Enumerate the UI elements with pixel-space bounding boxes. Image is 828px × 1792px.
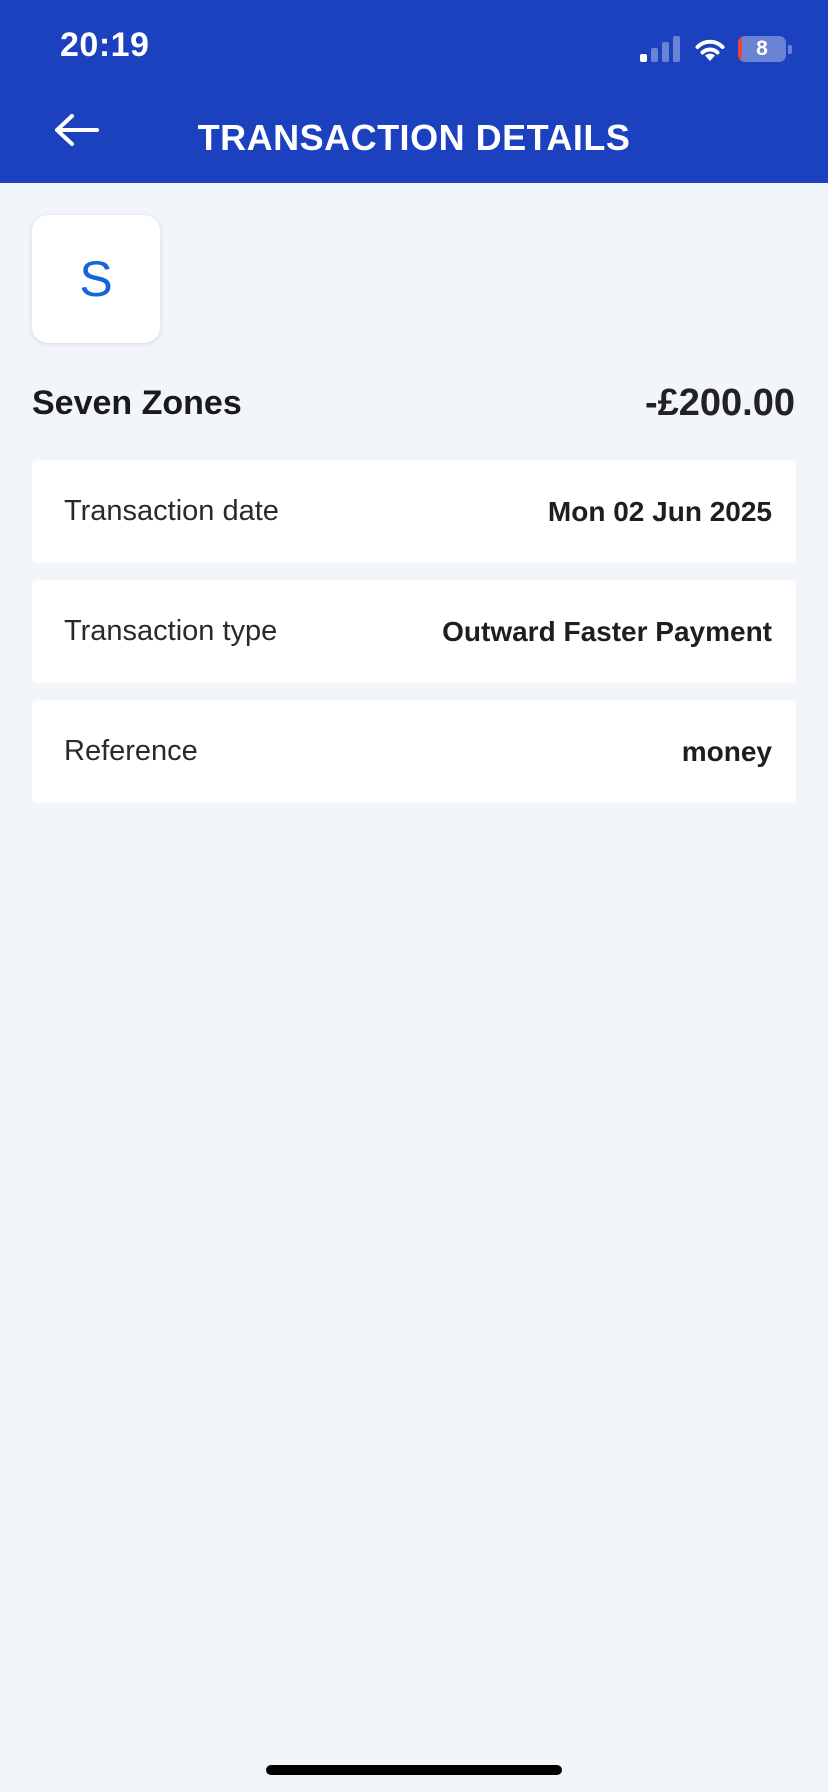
merchant-avatar: S <box>32 215 160 343</box>
merchant-name: Seven Zones <box>32 384 242 422</box>
detail-label: Transaction date <box>64 495 279 527</box>
detail-value: Outward Faster Payment <box>442 615 772 647</box>
detail-row-transaction-type: Transaction type Outward Faster Payment <box>32 580 796 683</box>
detail-value: money <box>681 735 772 767</box>
signal-icon <box>636 36 680 62</box>
detail-row-reference: Reference money <box>32 700 796 803</box>
status-time: 20:19 <box>60 26 150 64</box>
battery-cap <box>788 44 792 54</box>
wifi-icon <box>695 39 725 61</box>
home-indicator[interactable] <box>266 1765 562 1775</box>
battery-level: 8 <box>756 37 768 60</box>
detail-row-transaction-date: Transaction date Mon 02 Jun 2025 <box>32 460 796 563</box>
page-title: TRANSACTION DETAILS <box>197 117 631 158</box>
app-header: 20:19 8 TRANSACTION DETAILS <box>0 0 828 183</box>
detail-label: Reference <box>64 735 198 767</box>
merchant-initial: S <box>79 251 113 307</box>
status-icons: 8 <box>636 34 792 64</box>
transaction-amount: -£200.00 <box>644 382 795 424</box>
battery-icon: 8 <box>738 36 786 62</box>
detail-value: Mon 02 Jun 2025 <box>547 495 772 527</box>
detail-label: Transaction type <box>64 615 278 647</box>
